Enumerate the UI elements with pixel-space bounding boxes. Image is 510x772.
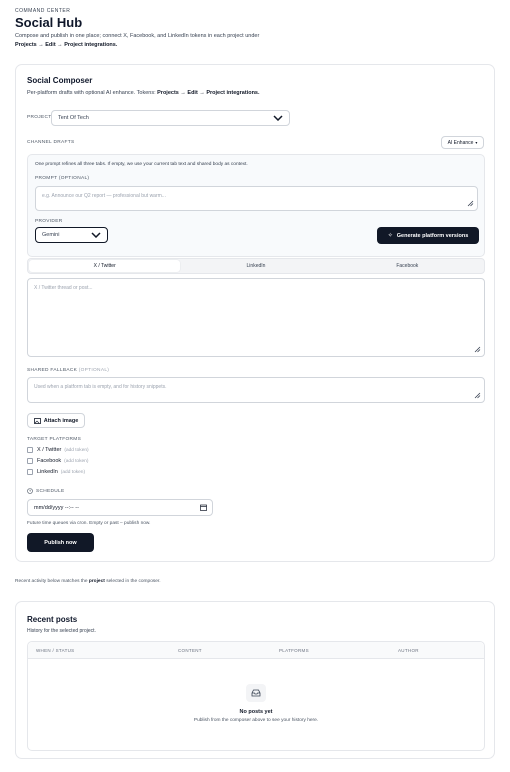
page-subtitle-line2: Projects → Edit → Project integrations.	[15, 42, 118, 48]
checkbox[interactable]	[27, 447, 33, 453]
tab-linkedin[interactable]: LinkedIn	[180, 260, 331, 272]
calendar-icon[interactable]	[200, 504, 207, 511]
composer-title: Social Composer	[27, 76, 93, 85]
caret-down-icon: ▾	[475, 140, 478, 145]
generate-platform-versions-button[interactable]: ✧ Generate platform versions	[377, 227, 479, 244]
prompt-label-text: PROMPT	[35, 176, 58, 181]
draft-placeholder: X / Twitter thread or post...	[34, 285, 93, 291]
project-label: PROJECT	[27, 115, 52, 120]
generate-label: Generate platform versions	[396, 232, 469, 239]
platform-name: X / Twitter	[37, 447, 62, 453]
prompt-placeholder: e.g. Announce our Q2 report — profession…	[42, 193, 166, 199]
image-icon	[33, 417, 41, 424]
schedule-datetime-input[interactable]: mm/dd/yyyy --:-- --	[27, 499, 213, 516]
column-header: AUTHOR	[398, 648, 419, 653]
sparkle-icon: ✧	[387, 233, 393, 239]
page-subtitle: Compose and publish in one place; connec…	[15, 32, 315, 50]
shared-fallback-label-text: SHARED FALLBACK	[27, 368, 78, 373]
column-header: WHEN / STATUS	[36, 648, 75, 653]
composer-subtitle-text: Per-platform drafts with optional AI enh…	[27, 90, 158, 96]
ai-enhance-button[interactable]: AI Enhance ▾	[441, 136, 484, 149]
recent-posts-subtitle: History for the selected project.	[27, 628, 96, 634]
provider-select[interactable]: Gemini	[35, 227, 108, 243]
shared-fallback-placeholder: Used when a platform tab is empty, and f…	[34, 384, 167, 390]
social-composer-card: Social Composer Per-platform drafts with…	[15, 64, 495, 562]
activity-note-suffix: selected in the composer.	[104, 579, 161, 584]
platform-checkbox-x[interactable]: X / Twitter (add token)	[27, 447, 89, 453]
checkbox[interactable]	[27, 469, 33, 475]
ai-enhance-panel: One prompt refines all three tabs. If em…	[27, 154, 485, 257]
tab-x-twitter[interactable]: X / Twitter	[29, 260, 181, 272]
prompt-optional: (OPTIONAL)	[58, 176, 90, 181]
prompt-input[interactable]: e.g. Announce our Q2 report — profession…	[35, 186, 478, 211]
prompt-label: PROMPT (OPTIONAL)	[35, 176, 89, 181]
publish-now-button[interactable]: Publish now	[27, 533, 94, 552]
provider-select-value: Gemini	[42, 232, 60, 238]
inbox-icon	[246, 684, 266, 702]
shared-fallback-label: SHARED FALLBACK (OPTIONAL)	[27, 368, 109, 373]
checkbox[interactable]	[27, 458, 33, 464]
empty-state-subtitle: Publish from the composer above to see y…	[193, 718, 319, 723]
platform-checkbox-linkedin[interactable]: LinkedIn (add token)	[27, 469, 85, 475]
project-select[interactable]: Tent Of Tech	[51, 110, 290, 126]
page-subtitle-line1: Compose and publish in one place; connec…	[15, 33, 260, 39]
draft-textarea[interactable]: X / Twitter thread or post...	[27, 278, 485, 357]
resize-handle-icon	[467, 200, 474, 207]
composer-subtitle-path: Projects → Edit → Project integrations.	[157, 90, 260, 96]
recent-posts-card: Recent posts History for the selected pr…	[15, 601, 495, 759]
activity-note-prefix: Recent activity below matches the	[15, 579, 89, 584]
recent-posts-title: Recent posts	[27, 615, 78, 624]
platform-hint: (add token)	[64, 447, 89, 453]
page-title: Social Hub	[15, 15, 83, 30]
provider-label: PROVIDER	[35, 219, 63, 224]
activity-note: Recent activity below matches the projec…	[15, 579, 161, 584]
shared-fallback-textarea[interactable]: Used when a platform tab is empty, and f…	[27, 377, 485, 403]
ai-panel-note: One prompt refines all three tabs. If em…	[35, 162, 248, 167]
attach-image-label: Attach image	[43, 417, 79, 424]
composer-subtitle: Per-platform drafts with optional AI enh…	[27, 90, 260, 96]
channel-drafts-label: CHANNEL DRAFTS	[27, 140, 75, 145]
table-header: WHEN / STATUS CONTENT PLATFORMS AUTHOR	[28, 642, 484, 659]
platform-hint: (add token)	[60, 469, 86, 475]
schedule-label: SCHEDULE	[27, 488, 65, 494]
platform-hint: (add token)	[64, 458, 89, 464]
platform-checkbox-facebook[interactable]: Facebook (add token)	[27, 458, 88, 464]
shared-fallback-optional: (OPTIONAL)	[78, 368, 110, 373]
schedule-value: mm/dd/yyyy --:-- --	[34, 504, 79, 511]
schedule-help: Future time queues via cron. Empty or pa…	[27, 521, 151, 526]
empty-state-title: No posts yet	[239, 709, 273, 715]
column-header: CONTENT	[178, 648, 202, 653]
schedule-label-text: SCHEDULE	[36, 488, 65, 494]
tab-facebook[interactable]: Facebook	[332, 260, 483, 272]
chevron-down-icon	[273, 115, 283, 121]
project-select-value: Tent Of Tech	[58, 115, 89, 121]
platform-tabs: X / Twitter LinkedIn Facebook	[27, 258, 485, 274]
page-eyebrow: COMMAND CENTER	[15, 8, 71, 14]
column-header: PLATFORMS	[279, 648, 309, 653]
activity-note-bold: project	[88, 579, 105, 584]
clock-icon	[27, 488, 33, 494]
resize-handle-icon	[474, 346, 481, 353]
recent-posts-table: WHEN / STATUS CONTENT PLATFORMS AUTHOR N…	[27, 641, 485, 751]
resize-handle-icon	[474, 392, 481, 399]
target-platforms-label: TARGET PLATFORMS	[27, 437, 82, 442]
ai-enhance-label: AI Enhance	[447, 139, 474, 146]
platform-name: LinkedIn	[37, 469, 58, 475]
platform-name: Facebook	[37, 458, 62, 464]
chevron-down-icon	[91, 232, 101, 238]
attach-image-button[interactable]: Attach image	[27, 413, 85, 428]
